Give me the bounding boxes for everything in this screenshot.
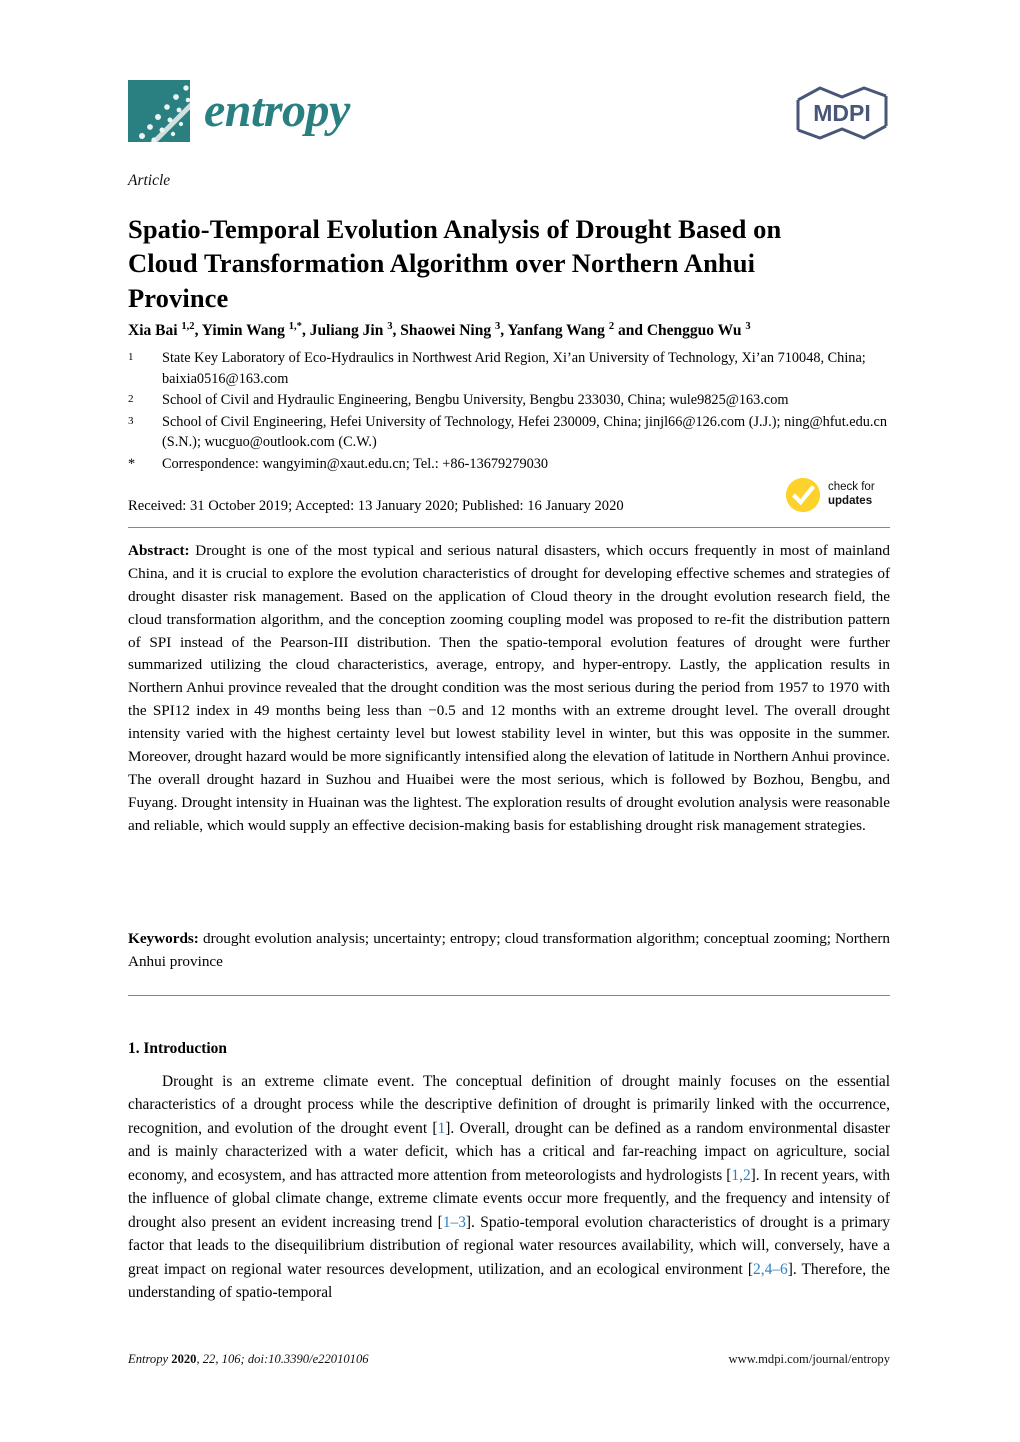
affiliation-list: 1 State Key Laboratory of Eco-Hydraulics …	[128, 348, 898, 475]
citation-link[interactable]: 2,4–6	[753, 1261, 788, 1278]
affiliation-text: State Key Laboratory of Eco-Hydraulics i…	[162, 350, 866, 387]
abstract-block: Abstract: Drought is one of the most typ…	[128, 540, 890, 837]
footer-volume-issue: , 22, 106; doi:10.3390/e22010106	[196, 1352, 369, 1366]
check-for-updates-badge[interactable]: check for updates	[784, 476, 875, 514]
author-separator: ,	[194, 322, 202, 339]
citation-link[interactable]: 1–3	[443, 1214, 466, 1231]
affiliation-row: 1 State Key Laboratory of Eco-Hydraulics …	[128, 348, 898, 390]
divider-below-keywords	[128, 995, 890, 996]
author-separator: and	[614, 322, 647, 339]
author-name: Shaowei Ning	[400, 322, 495, 339]
affiliation-row: 3 School of Civil Engineering, Hefei Univ…	[128, 412, 898, 454]
author-affiliation-marker: 3	[745, 320, 751, 332]
author-affiliation-marker: 1,*	[288, 320, 302, 332]
yellow-check-circle-icon	[785, 477, 821, 513]
abstract-text: Drought is one of the most typical and s…	[128, 542, 890, 834]
page-title: Spatio-Temporal Evolution Analysis of Dr…	[128, 213, 782, 313]
citation-link[interactable]: 1,2	[731, 1167, 750, 1184]
author-affiliation-marker: 1,2	[181, 320, 195, 332]
affiliation-row: * Correspondence: wangyimin@xaut.edu.cn; …	[128, 454, 898, 475]
author-name: Xia Bai	[128, 322, 182, 339]
author-list: Xia Bai 1,2, Yimin Wang 1,*, Juliang Jin…	[128, 320, 890, 342]
paper-page: entropy MDPI Article Spatio-Temporal Evo…	[0, 0, 1020, 1442]
author-separator: ,	[301, 322, 310, 339]
affiliation-marker: 1	[128, 351, 134, 363]
affiliation-marker: 3	[128, 414, 134, 427]
author-name: Yanfang Wang	[507, 322, 609, 339]
abstract-label: Abstract:	[128, 542, 190, 559]
keywords-label: Keywords:	[128, 930, 199, 947]
footer-year: 2020	[171, 1352, 197, 1366]
journal-name: entropy	[204, 84, 350, 137]
keywords-block: Keywords: drought evolution analysis; un…	[128, 928, 890, 974]
journal-brand[interactable]: entropy	[128, 80, 890, 142]
crossmark-line2: updates	[828, 495, 873, 507]
entropy-scatter-logo-icon	[128, 80, 190, 142]
entropy-logo-svg	[139, 85, 190, 142]
mdpi-hexagon-logo-icon[interactable]: MDPI	[794, 84, 890, 142]
footer-citation: Entropy 2020, 22, 106; doi:10.3390/e2201…	[128, 1352, 369, 1367]
keywords-text: drought evolution analysis; uncertainty;…	[128, 930, 890, 970]
section-heading-introduction: 1. Introduction	[128, 1040, 227, 1057]
author-name: Chengguo Wu	[646, 322, 746, 339]
author-name: Yimin Wang	[201, 322, 289, 339]
mdpi-logo-svg: MDPI	[796, 86, 888, 140]
affiliation-row: 2 School of Civil and Hydraulic Engineeri…	[128, 390, 898, 411]
affiliation-text: School of Civil Engineering, Hefei Unive…	[162, 413, 887, 451]
introduction-paragraph: Drought is an extreme climate event. The…	[128, 1070, 890, 1305]
affiliation-text: Correspondence: wangyimin@xaut.edu.cn; T…	[162, 455, 549, 472]
masthead: entropy MDPI	[128, 80, 890, 152]
crossmark-line1: check for	[828, 481, 875, 494]
svg-text:MDPI: MDPI	[813, 100, 871, 126]
affiliation-marker: *	[128, 455, 136, 472]
affiliation-text: School of Civil and Hydraulic Engineerin…	[162, 392, 789, 409]
affiliation-marker: 2	[128, 393, 134, 406]
author-name: Juliang Jin	[309, 322, 388, 339]
publication-dates: Received: 31 October 2019; Accepted: 13 …	[128, 498, 624, 514]
divider-above-abstract	[128, 527, 890, 528]
check-for-updates-text: check for updates	[828, 481, 875, 508]
introduction-body: Drought is an extreme climate event. The…	[128, 1070, 890, 1305]
footer-journal-name: Entropy	[128, 1352, 169, 1366]
article-type-label: Article	[128, 172, 171, 189]
footer-url[interactable]: www.mdpi.com/journal/entropy	[729, 1352, 890, 1367]
